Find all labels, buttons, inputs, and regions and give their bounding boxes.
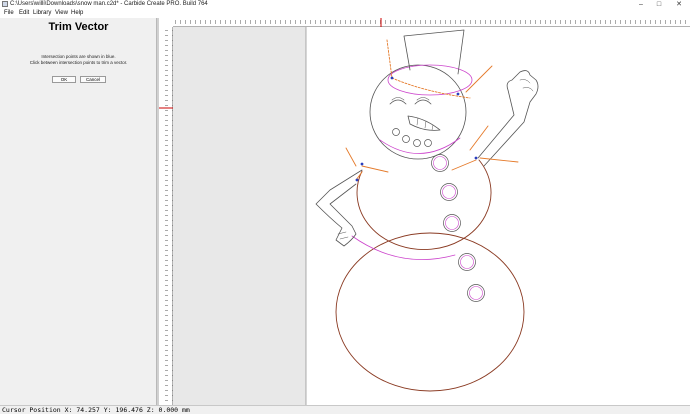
instruction-line-1: Intersection points are shown in blue. [41,54,116,59]
stock-margin-region [173,27,306,405]
close-button[interactable]: ✕ [672,0,686,9]
menu-view[interactable]: View [54,9,69,18]
cancel-button[interactable]: Cancel [80,76,106,83]
maximize-button[interactable]: □ [652,0,666,9]
title-bar: C:\Users\willi\Downloads\snow man.c2d* -… [0,0,690,9]
design-canvas[interactable] [159,18,690,405]
status-bar: Cursor Position X: 74.257 Y: 196.476 Z: … [0,405,690,414]
trim-vector-panel: Trim Vector Intersection points are show… [0,18,157,405]
menu-help[interactable]: Help [70,9,84,18]
carbide-create-icon [2,1,8,7]
cursor-position-readout: Cursor Position X: 74.257 Y: 196.476 Z: … [2,406,190,414]
ok-button[interactable]: OK [52,76,76,83]
window-title: C:\Users\willi\Downloads\snow man.c2d* -… [10,1,208,7]
menu-file[interactable]: File [3,9,15,18]
menu-edit[interactable]: Edit [18,9,30,18]
panel-title: Trim Vector [48,21,109,33]
instruction-line-2: Click between intersection points to tri… [29,60,128,65]
menu-library[interactable]: Library [32,9,52,18]
menu-bar: File Edit Library View Help [0,9,690,18]
minimize-button[interactable]: – [634,0,648,9]
canvas-svg[interactable] [159,18,690,405]
